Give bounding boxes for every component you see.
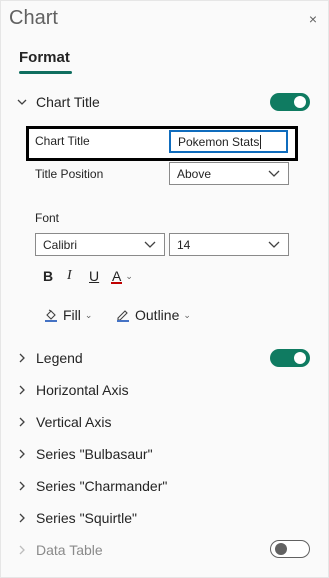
chart-title-toggle[interactable]: [270, 93, 310, 111]
font-family-value: Calibri: [43, 237, 78, 252]
chevron-down-icon: [15, 95, 29, 109]
outline-button[interactable]: Outline ⌄: [116, 307, 191, 323]
title-position-value: Above: [177, 166, 212, 181]
pen-outline-icon: [117, 310, 129, 322]
section-label: Series "Bulbasaur": [36, 446, 153, 462]
outline-label: Outline: [135, 307, 180, 323]
tab-format[interactable]: Format: [19, 49, 70, 66]
section-label: Vertical Axis: [36, 414, 112, 430]
text-caret: [260, 134, 262, 149]
font-color-button[interactable]: A ⌄: [111, 268, 133, 284]
toggle-knob: [294, 352, 306, 364]
chart-title-value: Pokemon Stats: [178, 134, 260, 149]
section-vertical-axis[interactable]: Vertical Axis: [15, 411, 111, 433]
section-label: Horizontal Axis: [36, 382, 129, 398]
chevron-right-icon: [15, 479, 29, 493]
section-series-squirtle[interactable]: Series "Squirtle": [15, 507, 137, 529]
underline-button[interactable]: U: [89, 268, 99, 284]
chevron-down-icon: [268, 241, 280, 248]
font-family-dropdown[interactable]: Calibri: [35, 233, 165, 256]
data-table-toggle[interactable]: [270, 540, 310, 558]
chevron-right-icon: [15, 543, 29, 557]
chevron-down-icon: [268, 170, 280, 177]
section-legend[interactable]: Legend: [15, 347, 83, 369]
bold-button[interactable]: B: [43, 268, 53, 284]
section-label: Data Table: [36, 542, 103, 558]
fill-label: Fill: [63, 307, 81, 323]
legend-toggle[interactable]: [270, 349, 310, 367]
fill-button[interactable]: Fill ⌄: [44, 307, 92, 323]
section-series-bulbasaur[interactable]: Series "Bulbasaur": [15, 443, 153, 465]
title-position-dropdown[interactable]: Above: [169, 162, 289, 185]
paint-bucket-icon: [45, 309, 57, 322]
italic-button[interactable]: I: [67, 268, 72, 284]
chevron-down-icon: ⌄: [183, 309, 191, 320]
section-series-charmander[interactable]: Series "Charmander": [15, 475, 167, 497]
font-label: Font: [35, 211, 60, 225]
chart-title-field-label: Chart Title: [35, 134, 90, 148]
chevron-down-icon: [144, 241, 156, 248]
font-size-value: 14: [177, 237, 191, 252]
chart-title-input[interactable]: Pokemon Stats: [169, 130, 288, 153]
title-position-label: Title Position: [35, 167, 104, 181]
close-icon[interactable]: ×: [309, 12, 317, 26]
pane-title: Chart: [9, 7, 58, 29]
chevron-right-icon: [15, 383, 29, 397]
chevron-down-icon: ⌄: [84, 309, 93, 320]
section-label: Chart Title: [36, 94, 100, 110]
chevron-right-icon: [15, 447, 29, 461]
font-color-bar: [111, 282, 122, 284]
section-data-table: Data Table: [15, 539, 103, 561]
section-horizontal-axis[interactable]: Horizontal Axis: [15, 379, 129, 401]
chevron-right-icon: [15, 415, 29, 429]
chevron-right-icon: [15, 351, 29, 365]
tab-active-indicator: [19, 71, 72, 74]
section-chart-title[interactable]: Chart Title: [15, 91, 100, 113]
toggle-knob: [294, 96, 306, 108]
chevron-down-icon: ⌄: [125, 270, 133, 281]
toggle-knob: [275, 543, 287, 555]
chevron-right-icon: [15, 511, 29, 525]
section-label: Series "Squirtle": [36, 510, 137, 526]
format-pane: Chart × Format Chart Title Chart Title P…: [0, 0, 329, 578]
section-label: Series "Charmander": [36, 478, 168, 494]
font-size-dropdown[interactable]: 14: [169, 233, 289, 256]
section-label: Legend: [36, 350, 83, 366]
